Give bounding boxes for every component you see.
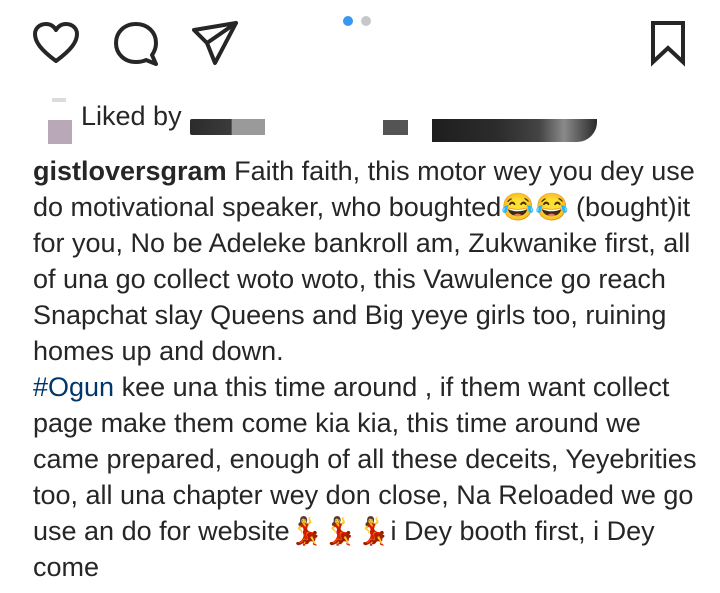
post-action-bar — [0, 0, 720, 80]
carousel-dot — [361, 16, 371, 26]
redacted-likes-count — [432, 119, 597, 142]
heart-icon — [33, 22, 79, 63]
like-button[interactable] — [31, 18, 81, 68]
caption-text-continued: kee una this time around , if them want … — [33, 372, 704, 582]
bookmark-icon — [651, 21, 685, 67]
share-button[interactable] — [190, 18, 240, 68]
post-caption: gistloversgram Faith faith, this motor w… — [33, 153, 703, 585]
liked-by-row[interactable]: Liked by — [0, 92, 720, 147]
liker-avatar-fragment — [52, 98, 66, 102]
redacted-fragment — [383, 120, 408, 135]
liked-by-label: Liked by — [81, 101, 182, 131]
caption-hashtag[interactable]: #Ogun — [33, 372, 114, 402]
comment-button[interactable] — [111, 18, 161, 68]
speech-bubble-icon — [114, 22, 158, 66]
redacted-username — [190, 119, 265, 135]
liker-avatar[interactable] — [48, 120, 72, 144]
caption-text: Faith faith, this motor wey you dey use … — [33, 156, 695, 366]
paper-plane-icon — [192, 21, 238, 65]
carousel-dot-active — [343, 16, 353, 26]
save-button[interactable] — [643, 18, 693, 68]
caption-username[interactable]: gistloversgram — [33, 156, 227, 186]
carousel-indicator — [343, 16, 371, 26]
